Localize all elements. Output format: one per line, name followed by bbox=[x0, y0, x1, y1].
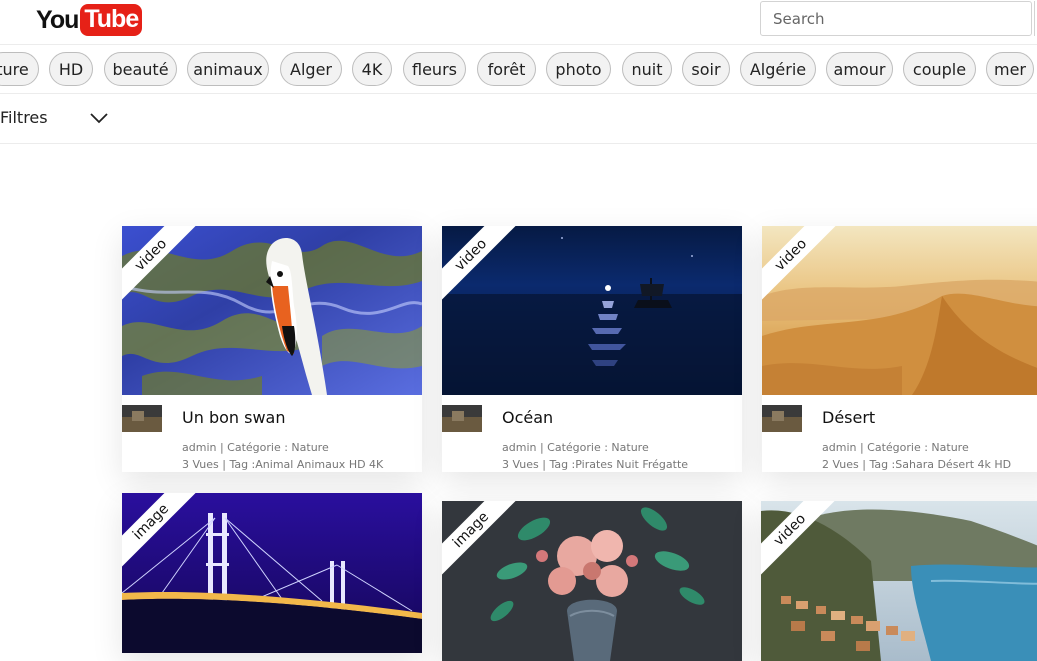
tag-chip-4k[interactable]: 4K bbox=[352, 52, 392, 86]
tag-chip-amour[interactable]: amour bbox=[826, 52, 893, 86]
tag-chip-nuit[interactable]: nuit bbox=[622, 52, 672, 86]
tag-chip-algerie[interactable]: Algérie bbox=[740, 52, 816, 86]
tag-chip-hd[interactable]: HD bbox=[49, 52, 93, 86]
avatar[interactable] bbox=[122, 405, 162, 432]
card-meta-author-category: admin | Catégorie : Nature bbox=[822, 441, 969, 454]
card-title[interactable]: Océan bbox=[502, 408, 553, 427]
tag-chip-soir[interactable]: soir bbox=[682, 52, 730, 86]
search-input[interactable] bbox=[760, 1, 1032, 36]
avatar[interactable] bbox=[442, 405, 482, 432]
media-card[interactable]: video Un bon swan admin | Catégorie : Na… bbox=[122, 226, 422, 472]
youtube-logo[interactable]: You Tube bbox=[36, 3, 143, 37]
logo-text-tube: Tube bbox=[80, 4, 143, 36]
tag-chip-photo[interactable]: photo bbox=[546, 52, 611, 86]
filters-bar[interactable]: Filtres bbox=[0, 94, 1037, 144]
filters-label: Filtres bbox=[0, 108, 48, 127]
card-title[interactable]: Désert bbox=[822, 408, 875, 427]
tag-chip-couple[interactable]: couple bbox=[903, 52, 976, 86]
card-meta-author-category: admin | Catégorie : Nature bbox=[502, 441, 649, 454]
tag-chip-mer[interactable]: mer bbox=[986, 52, 1034, 86]
tag-chip-bar: ture HD beauté animaux Alger 4K fleurs f… bbox=[0, 45, 1037, 94]
card-meta-views-tags: 3 Vues | Tag :Pirates Nuit Frégatte bbox=[502, 458, 689, 471]
tag-chip-alger[interactable]: Alger bbox=[280, 52, 342, 86]
top-bar: You Tube bbox=[0, 0, 1037, 45]
card-meta-author-category: admin | Catégorie : Nature bbox=[182, 441, 329, 454]
logo-text-you: You bbox=[36, 5, 79, 34]
tag-chip-beaute[interactable]: beauté bbox=[104, 52, 177, 86]
avatar[interactable] bbox=[762, 405, 802, 432]
tag-chip-foret[interactable]: forêt bbox=[477, 52, 536, 86]
card-title[interactable]: Un bon swan bbox=[182, 408, 285, 427]
chevron-down-icon[interactable] bbox=[90, 112, 108, 124]
card-meta-views-tags: 3 Vues | Tag :Animal Animaux HD 4K bbox=[182, 458, 384, 471]
tag-chip-animaux[interactable]: animaux bbox=[187, 52, 269, 86]
media-card[interactable]: image bbox=[442, 501, 742, 661]
media-card[interactable]: video Désert admin | Catégorie : Nature … bbox=[762, 226, 1037, 472]
tag-chip-ture[interactable]: ture bbox=[0, 52, 39, 86]
media-card[interactable]: image bbox=[122, 493, 422, 653]
media-card[interactable]: video Océan admin | Catégorie : Nature 3… bbox=[442, 226, 742, 472]
media-card[interactable]: video bbox=[761, 501, 1037, 661]
tag-chip-fleurs[interactable]: fleurs bbox=[403, 52, 466, 86]
card-meta-views-tags: 2 Vues | Tag :Sahara Désert 4k HD bbox=[822, 458, 1012, 471]
